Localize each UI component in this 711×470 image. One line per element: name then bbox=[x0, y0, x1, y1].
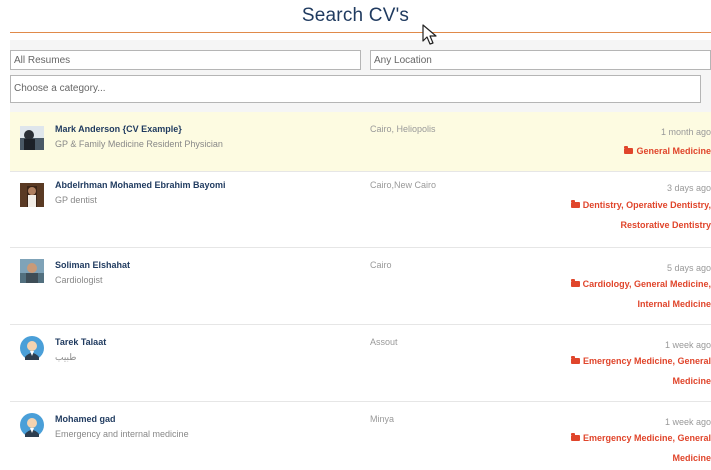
folder-icon bbox=[624, 146, 634, 154]
posted-date: 3 days ago bbox=[666, 183, 711, 193]
candidate-name[interactable]: Mohamed gad bbox=[55, 414, 116, 424]
posted-date: 1 week ago bbox=[664, 340, 711, 350]
folder-icon bbox=[570, 433, 580, 441]
posted-date: 1 week ago bbox=[664, 417, 711, 427]
avatar bbox=[20, 336, 44, 360]
keywords-input[interactable] bbox=[10, 50, 361, 70]
candidate-role: طبيب bbox=[55, 352, 77, 362]
candidate-categories[interactable]: Cardiology, General Medicine, Internal M… bbox=[551, 274, 711, 314]
folder-icon bbox=[570, 200, 580, 208]
resume-row[interactable]: Mark Anderson {CV Example} GP & Family M… bbox=[10, 112, 711, 172]
candidate-location: Minya bbox=[370, 414, 395, 424]
posted-date: 5 days ago bbox=[666, 263, 711, 273]
resume-row[interactable]: Abdelrhman Mohamed Ebrahim Bayomi GP den… bbox=[10, 172, 711, 248]
candidate-location: Cairo,New Cairo bbox=[370, 180, 437, 190]
candidate-role: GP dentist bbox=[55, 195, 97, 205]
resume-row[interactable]: Soliman Elshahat Cardiologist Cairo 5 da… bbox=[10, 248, 711, 325]
candidate-location: Cairo bbox=[370, 260, 392, 270]
candidate-name[interactable]: Abdelrhman Mohamed Ebrahim Bayomi bbox=[55, 180, 226, 190]
category-select[interactable]: Choose a category... bbox=[10, 75, 701, 103]
candidate-name[interactable]: Tarek Talaat bbox=[55, 337, 106, 347]
search-filters: Choose a category... bbox=[10, 40, 711, 112]
title-divider bbox=[10, 32, 711, 33]
candidate-categories[interactable]: Emergency Medicine, General Medicine bbox=[551, 428, 711, 468]
candidate-categories[interactable]: Dentistry, Operative Dentistry, Restorat… bbox=[551, 195, 711, 235]
resume-row[interactable]: Mohamed gad Emergency and internal medic… bbox=[10, 402, 711, 470]
candidate-name[interactable]: Mark Anderson {CV Example} bbox=[55, 124, 182, 134]
location-input[interactable] bbox=[370, 50, 711, 70]
candidate-location: Cairo, Heliopolis bbox=[370, 124, 436, 134]
avatar bbox=[20, 413, 44, 437]
candidate-name[interactable]: Soliman Elshahat bbox=[55, 260, 130, 270]
avatar bbox=[20, 126, 44, 150]
candidate-role: Cardiologist bbox=[55, 275, 103, 285]
posted-date: 1 month ago bbox=[660, 127, 711, 137]
candidate-categories[interactable]: Emergency Medicine, General Medicine bbox=[551, 351, 711, 391]
avatar bbox=[20, 259, 44, 283]
page-title: Search CV's bbox=[301, 5, 410, 26]
mouse-pointer-icon bbox=[422, 24, 440, 46]
candidate-role: GP & Family Medicine Resident Physician bbox=[55, 139, 223, 149]
candidate-categories[interactable]: General Medicine bbox=[551, 141, 711, 161]
resume-list: Mark Anderson {CV Example} GP & Family M… bbox=[10, 112, 711, 470]
candidate-role: Emergency and internal medicine bbox=[55, 429, 189, 439]
folder-icon bbox=[570, 279, 580, 287]
candidate-location: Assout bbox=[370, 337, 398, 347]
avatar bbox=[20, 183, 44, 207]
resume-row[interactable]: Tarek Talaat طبيب Assout 1 week ago Emer… bbox=[10, 325, 711, 402]
folder-icon bbox=[570, 356, 580, 364]
